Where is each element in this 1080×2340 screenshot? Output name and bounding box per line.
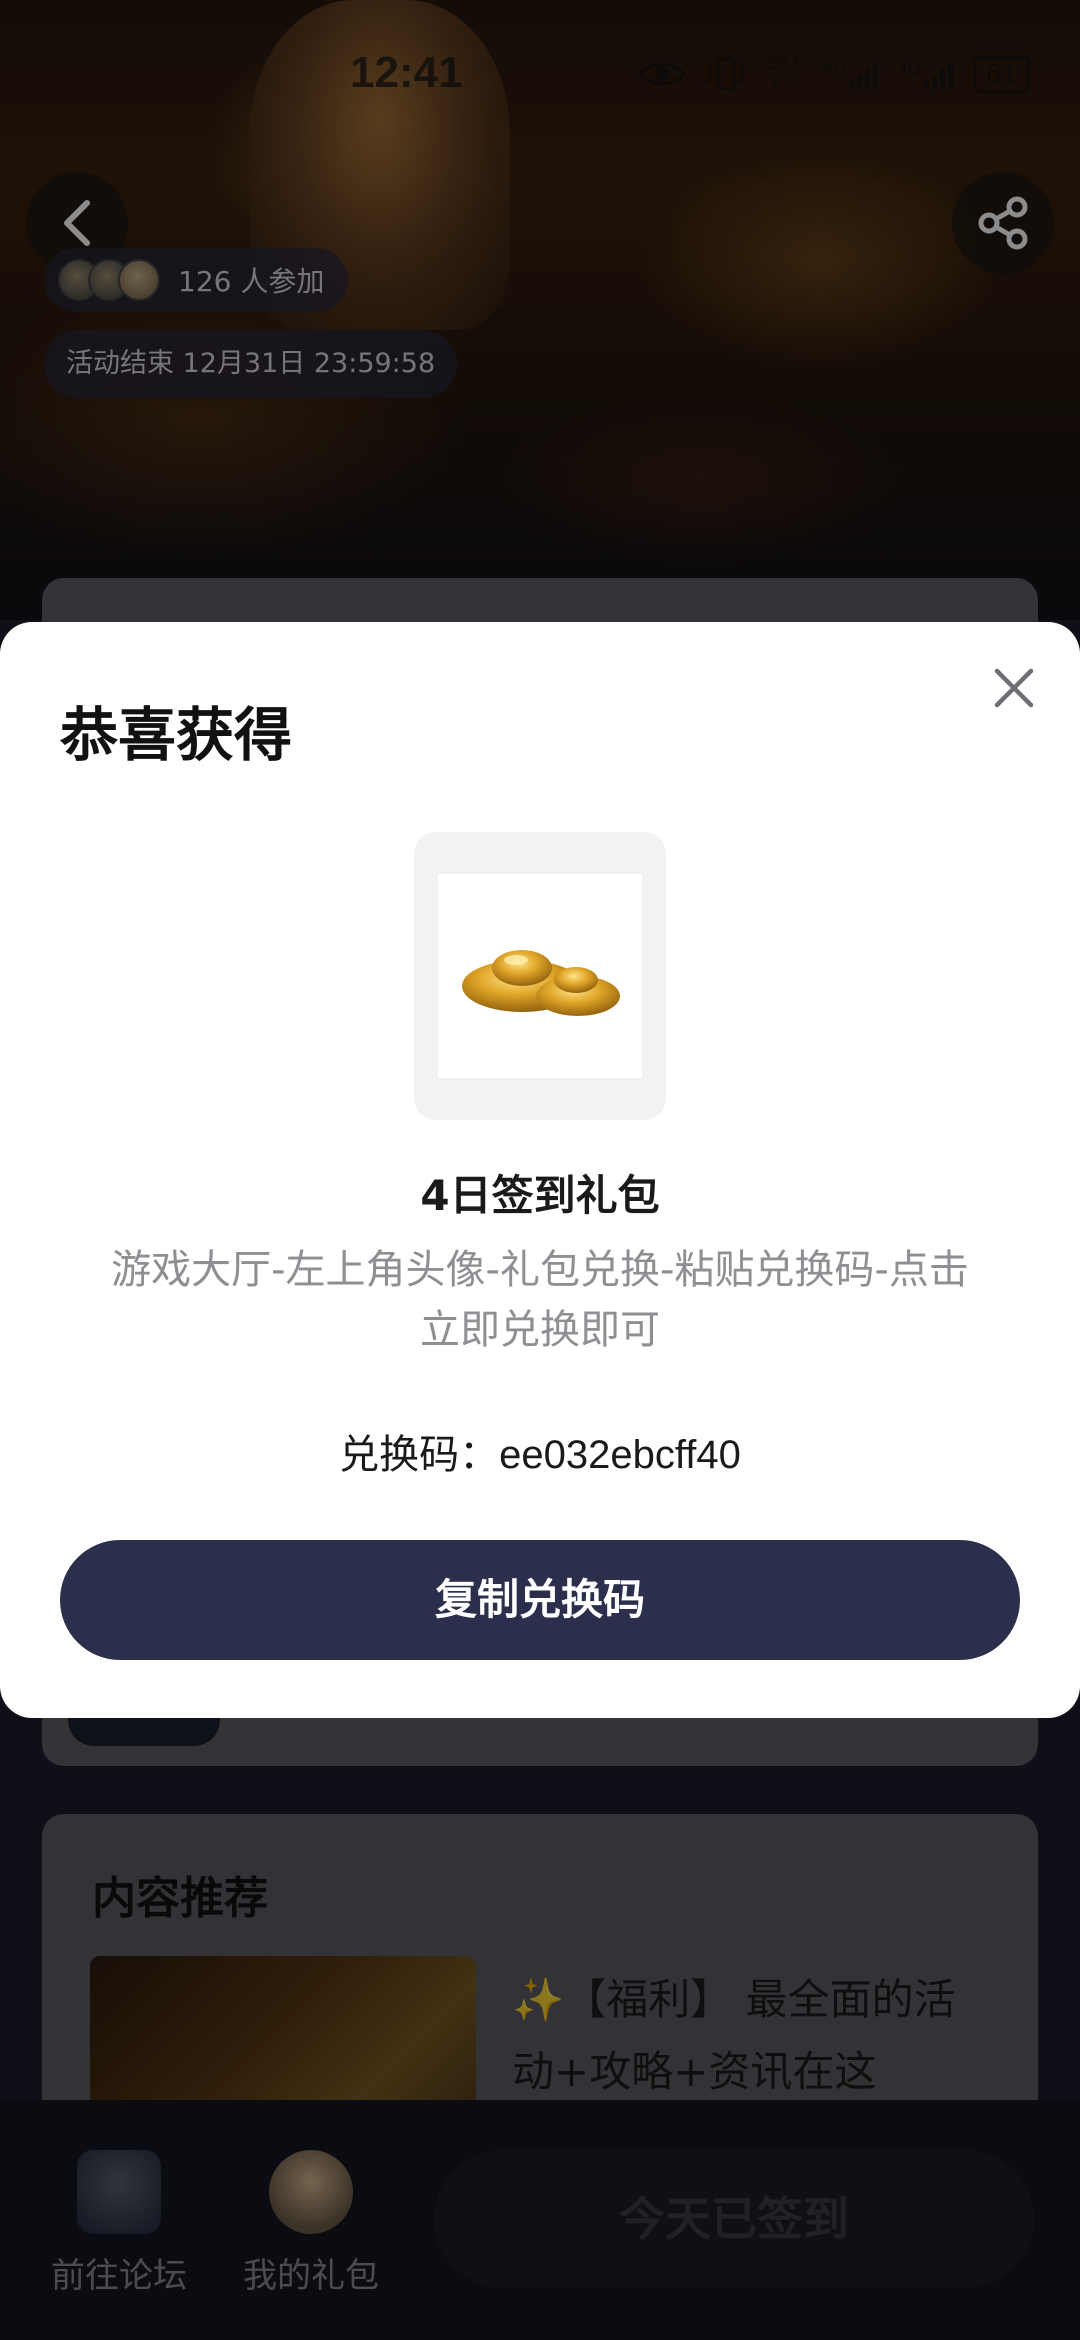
gift-image-frame xyxy=(414,832,666,1120)
gift-instructions: 游戏大厅-左上角头像-礼包兑换-粘贴兑换码-点击立即兑换即可 xyxy=(111,1247,969,1353)
copy-code-button[interactable]: 复制兑换码 xyxy=(60,1540,1020,1660)
gift-name: 4日签到礼包 xyxy=(420,1171,660,1220)
gold-ingot-icon xyxy=(438,874,642,1078)
redeem-code-label: 兑换码： xyxy=(339,1432,500,1478)
redeem-code-line: 兑换码：ee032ebcff40 xyxy=(0,1422,1080,1480)
dialog-title: 恭喜获得 xyxy=(60,701,293,769)
close-button[interactable] xyxy=(982,656,1046,720)
redeem-code-value: ee032ebcff40 xyxy=(499,1433,741,1477)
close-icon xyxy=(994,668,1034,708)
reward-dialog: 恭喜获得 4日签到礼包 游戏大厅-左上角头像-礼包兑换-粘贴兑换码-点击立即兑换… xyxy=(0,622,1080,1718)
